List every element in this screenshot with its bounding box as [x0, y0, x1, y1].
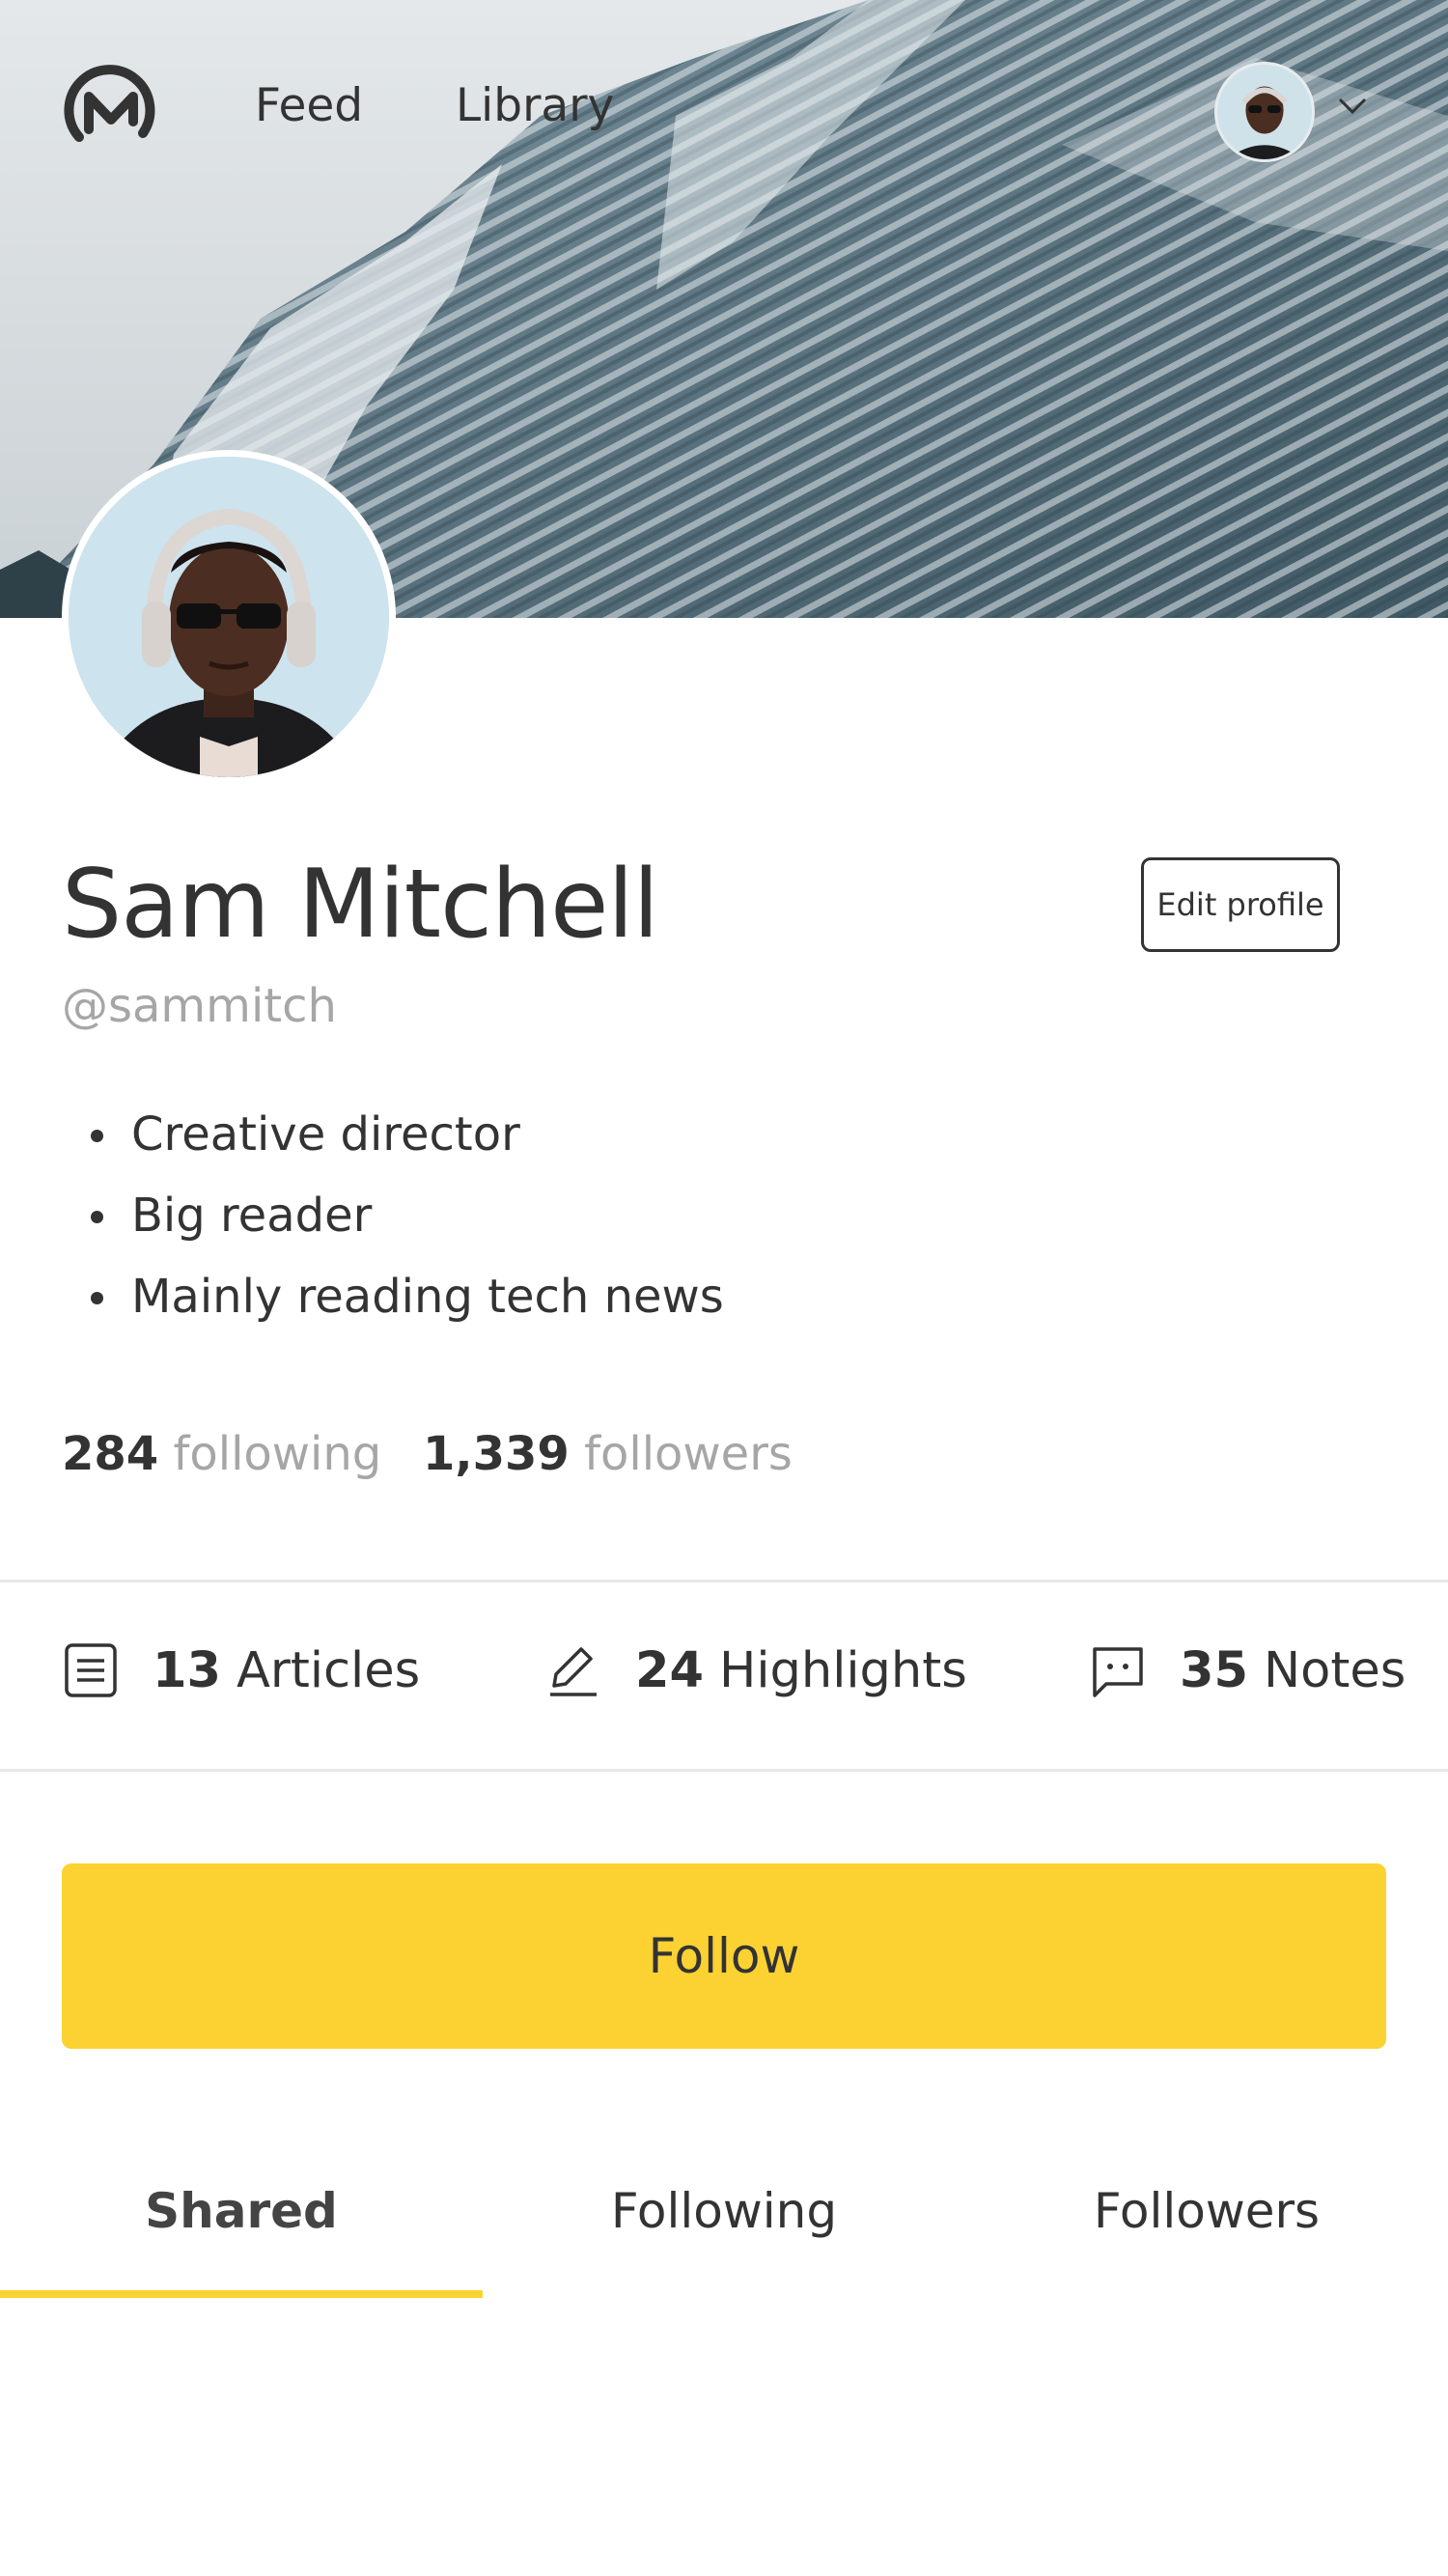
profile-photo [69, 457, 389, 777]
user-avatar-image [1217, 65, 1312, 159]
divider [0, 1580, 1448, 1582]
medium-logo-icon[interactable] [60, 60, 162, 162]
highlights-count[interactable]: 24 Highlights [544, 1641, 967, 1699]
follow-button[interactable]: Follow [62, 1863, 1386, 2049]
chevron-down-icon[interactable] [1336, 95, 1369, 118]
articles-count[interactable]: 13 Articles [62, 1641, 420, 1699]
following-count: 284 [62, 1427, 159, 1481]
notes-value: 35 [1180, 1641, 1248, 1699]
nav-feed-link[interactable]: Feed [255, 79, 363, 132]
profile-handle: @sammitch [62, 979, 337, 1033]
bio-list: Creative director Big reader Mainly read… [62, 1101, 724, 1344]
nav-library-link[interactable]: Library [456, 79, 614, 132]
bio-item: Creative director [62, 1101, 724, 1182]
notes-label: Notes [1263, 1641, 1406, 1699]
active-tab-indicator [0, 2290, 483, 2298]
articles-label: Articles [236, 1641, 421, 1699]
bio-item: Mainly reading tech news [62, 1263, 724, 1344]
profile-avatar [62, 450, 396, 784]
bio-item: Big reader [62, 1182, 724, 1263]
document-icon [65, 1643, 117, 1697]
notes-count[interactable]: 35 Notes [1089, 1641, 1406, 1699]
followers-count: 1,339 [423, 1427, 570, 1481]
following-label: following [173, 1427, 382, 1481]
account-avatar[interactable] [1214, 62, 1315, 162]
highlights-value: 24 [635, 1641, 704, 1699]
tab-following[interactable]: Following [483, 2124, 965, 2298]
highlights-label: Highlights [718, 1641, 967, 1699]
profile-name: Sam Mitchell [62, 850, 659, 960]
edit-profile-button[interactable]: Edit profile [1141, 857, 1340, 952]
following-stat[interactable]: 284 following [62, 1427, 381, 1481]
tab-shared[interactable]: Shared [0, 2124, 483, 2298]
articles-value: 13 [153, 1641, 221, 1699]
divider [0, 1769, 1448, 1772]
tab-followers[interactable]: Followers [965, 2124, 1448, 2298]
followers-stat[interactable]: 1,339 followers [423, 1427, 793, 1481]
pencil-icon [550, 1647, 597, 1696]
followers-label: followers [584, 1427, 793, 1481]
speech-bubble-icon [1093, 1647, 1143, 1697]
